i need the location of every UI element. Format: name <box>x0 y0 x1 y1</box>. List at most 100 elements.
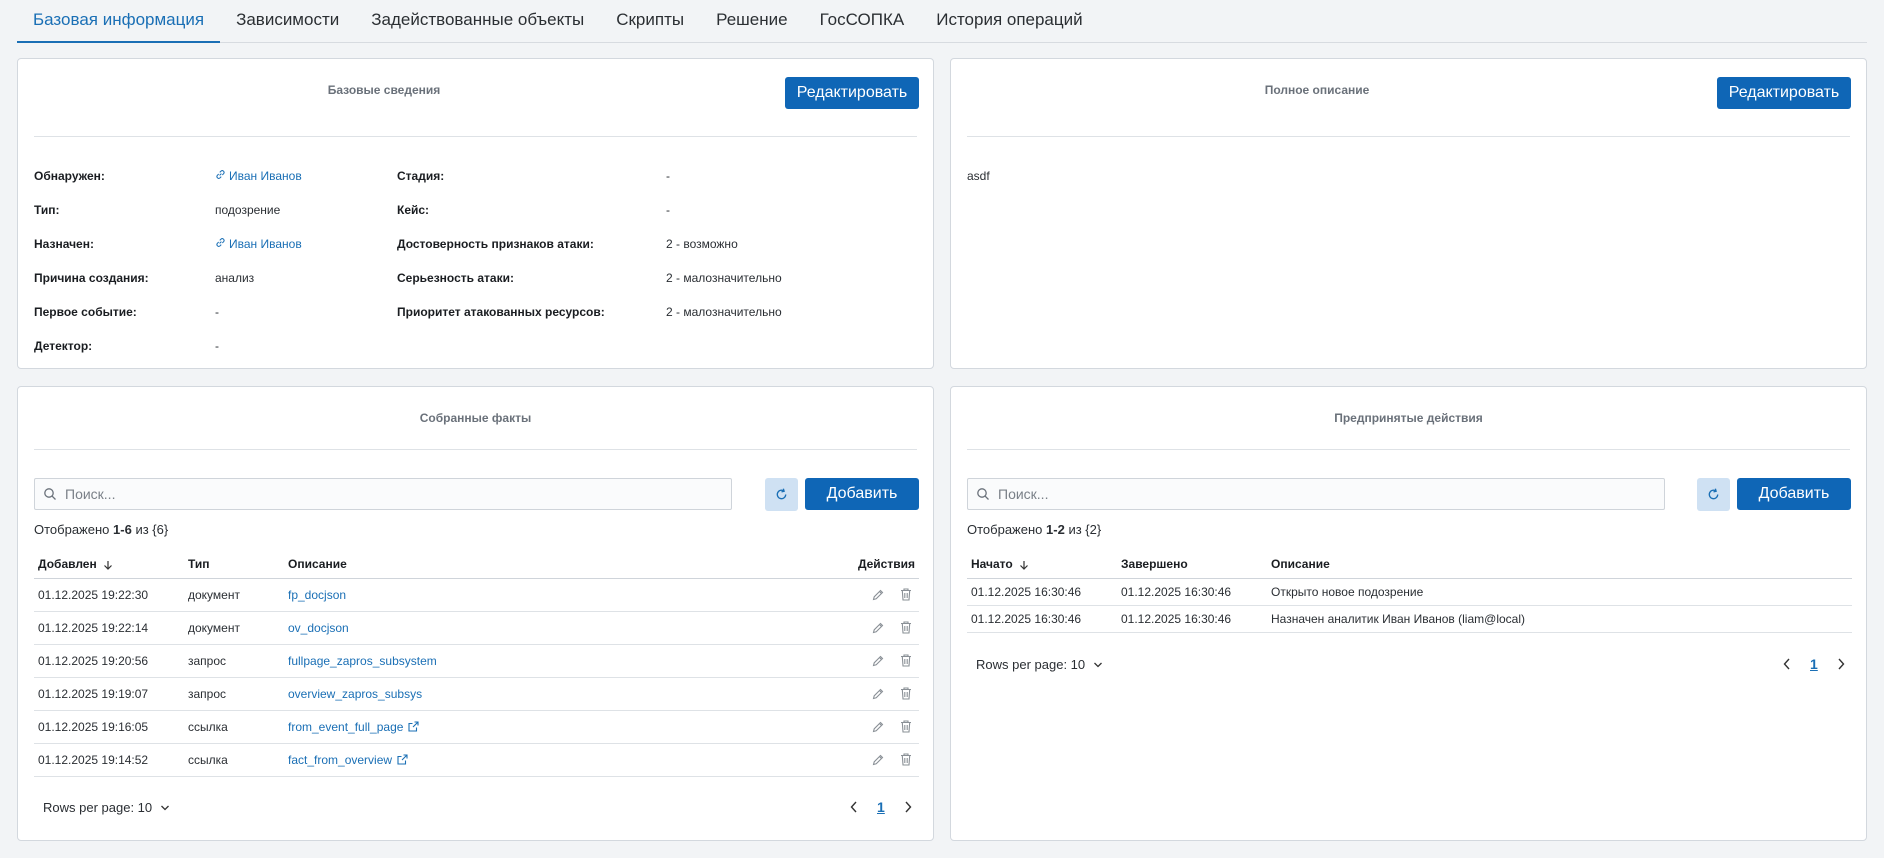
actions-rows-per-page-select[interactable]: Rows per page: 10 <box>976 657 1103 672</box>
column-type: Тип <box>184 551 284 579</box>
assigned-user-link[interactable]: Иван Иванов <box>229 237 302 251</box>
tab-involved-objects[interactable]: Задействованные объекты <box>355 0 600 43</box>
trash-icon[interactable] <box>899 587 913 602</box>
creation-reason-value: анализ <box>215 271 255 285</box>
fact-link[interactable]: from_event_full_page <box>288 720 403 734</box>
facts-search-field[interactable] <box>34 478 732 510</box>
cell-actions <box>799 578 919 612</box>
actions-title: Предпринятые действия <box>1334 411 1483 425</box>
attack-severity-value: 2 - малозначительно <box>666 271 782 285</box>
chevron-left-icon[interactable] <box>849 800 859 814</box>
detector-label: Детектор: <box>34 339 93 353</box>
stage-label: Стадия: <box>397 169 445 183</box>
cell-started: 01.12.2025 16:30:46 <box>967 578 1117 606</box>
facts-count: Отображено 1-6 из {6} <box>34 522 169 537</box>
cell-description: Открыто новое подозрение <box>1267 578 1852 606</box>
cell-type: документ <box>184 611 284 645</box>
external-link-icon[interactable] <box>397 753 408 765</box>
sort-arrow-down-icon[interactable] <box>1019 560 1029 570</box>
tab-history[interactable]: История операций <box>920 0 1098 43</box>
table-row: 01.12.2025 19:14:52 ссылка fact_from_overv… <box>34 743 919 777</box>
cell-finished: 01.12.2025 16:30:46 <box>1117 605 1267 633</box>
tab-solution[interactable]: Решение <box>700 0 803 43</box>
detector-value: - <box>215 339 219 353</box>
tab-base-info[interactable]: Базовая информация <box>17 0 221 43</box>
base-info-panel: Базовые сведения Редактировать Обнаружен… <box>17 58 934 369</box>
cell-added: 01.12.2025 19:20:56 <box>34 644 184 678</box>
tab-dependencies[interactable]: Зависимости <box>220 0 355 43</box>
chevron-left-icon[interactable] <box>1782 657 1792 671</box>
first-event-value: - <box>215 305 219 319</box>
column-started[interactable]: Начато <box>967 551 1117 579</box>
tab-gossopka[interactable]: ГосСОПКА <box>804 0 921 43</box>
fact-link[interactable]: fact_from_overview <box>288 753 392 767</box>
cell-actions <box>799 611 919 645</box>
table-row: 01.12.2025 19:22:30 документ fp_docjson <box>34 578 919 612</box>
fact-link[interactable]: ov_docjson <box>288 621 349 635</box>
facts-rows-per-page-select[interactable]: Rows per page: 10 <box>43 800 170 815</box>
cell-finished: 01.12.2025 16:30:46 <box>1117 578 1267 606</box>
cell-type: ссылка <box>184 710 284 744</box>
trash-icon[interactable] <box>899 653 913 668</box>
cell-description: Назначен аналитик Иван Иванов (liam@loca… <box>1267 605 1852 633</box>
cell-started: 01.12.2025 16:30:46 <box>967 605 1117 633</box>
cell-description: fact_from_overview <box>284 743 799 777</box>
column-added[interactable]: Добавлен <box>34 551 184 579</box>
tab-scripts[interactable]: Скрипты <box>600 0 700 43</box>
creation-reason-label: Причина создания: <box>34 271 149 285</box>
chevron-right-icon[interactable] <box>903 800 913 814</box>
pencil-icon[interactable] <box>871 621 885 635</box>
trash-icon[interactable] <box>899 719 913 734</box>
column-finished: Завершено <box>1117 551 1267 579</box>
pencil-icon[interactable] <box>871 588 885 602</box>
page-number[interactable]: 1 <box>1810 656 1818 672</box>
fact-link[interactable]: fullpage_zapros_subsystem <box>288 654 437 668</box>
divider <box>967 136 1850 137</box>
cell-actions <box>799 743 919 777</box>
actions-refresh-button[interactable] <box>1697 478 1730 511</box>
cell-actions <box>799 677 919 711</box>
divider <box>34 136 917 137</box>
facts-table: Добавлен Тип Описание Действия 01.12.202… <box>34 551 919 777</box>
page-number[interactable]: 1 <box>877 799 885 815</box>
pencil-icon[interactable] <box>871 654 885 668</box>
assigned-value[interactable]: Иван Иванов <box>215 237 302 251</box>
trash-icon[interactable] <box>899 752 913 767</box>
cell-added: 01.12.2025 19:19:07 <box>34 677 184 711</box>
tab-bar: Базовая информация Зависимости Задейство… <box>17 0 1867 43</box>
refresh-icon <box>776 488 787 500</box>
resource-priority-value: 2 - малозначительно <box>666 305 782 319</box>
actions-table: Начато Завершено Описание 01.12.2025 16:… <box>967 551 1852 633</box>
attack-confidence-value: 2 - возможно <box>666 237 738 251</box>
pencil-icon[interactable] <box>871 720 885 734</box>
chevron-right-icon[interactable] <box>1836 657 1846 671</box>
facts-title: Собранные факты <box>419 411 532 425</box>
fact-link[interactable]: fp_docjson <box>288 588 346 602</box>
fact-link[interactable]: overview_zapros_subsys <box>288 687 422 701</box>
case-label: Кейс: <box>397 203 430 217</box>
detected-user-link[interactable]: Иван Иванов <box>229 169 302 183</box>
edit-base-info-button[interactable]: Редактировать <box>785 77 919 109</box>
chevron-down-icon <box>161 805 170 810</box>
cell-added: 01.12.2025 19:22:30 <box>34 578 184 612</box>
type-label: Тип: <box>34 203 60 217</box>
divider <box>967 449 1850 450</box>
external-link-icon[interactable] <box>408 720 419 732</box>
actions-search-input[interactable] <box>998 486 1618 502</box>
facts-refresh-button[interactable] <box>765 478 798 511</box>
assigned-label: Назначен: <box>34 237 94 251</box>
link-icon <box>215 237 229 251</box>
add-action-button[interactable]: Добавить <box>1737 478 1851 510</box>
search-icon <box>977 488 989 500</box>
actions-search-field[interactable] <box>967 478 1665 510</box>
facts-search-input[interactable] <box>65 486 685 502</box>
trash-icon[interactable] <box>899 620 913 635</box>
pencil-icon[interactable] <box>871 687 885 701</box>
detected-value[interactable]: Иван Иванов <box>215 169 302 183</box>
sort-arrow-down-icon[interactable] <box>103 560 113 570</box>
edit-description-button[interactable]: Редактировать <box>1717 77 1851 109</box>
trash-icon[interactable] <box>899 686 913 701</box>
table-row: 01.12.2025 19:20:56 запрос fullpage_zapros… <box>34 644 919 678</box>
pencil-icon[interactable] <box>871 753 885 767</box>
add-fact-button[interactable]: Добавить <box>805 478 919 510</box>
